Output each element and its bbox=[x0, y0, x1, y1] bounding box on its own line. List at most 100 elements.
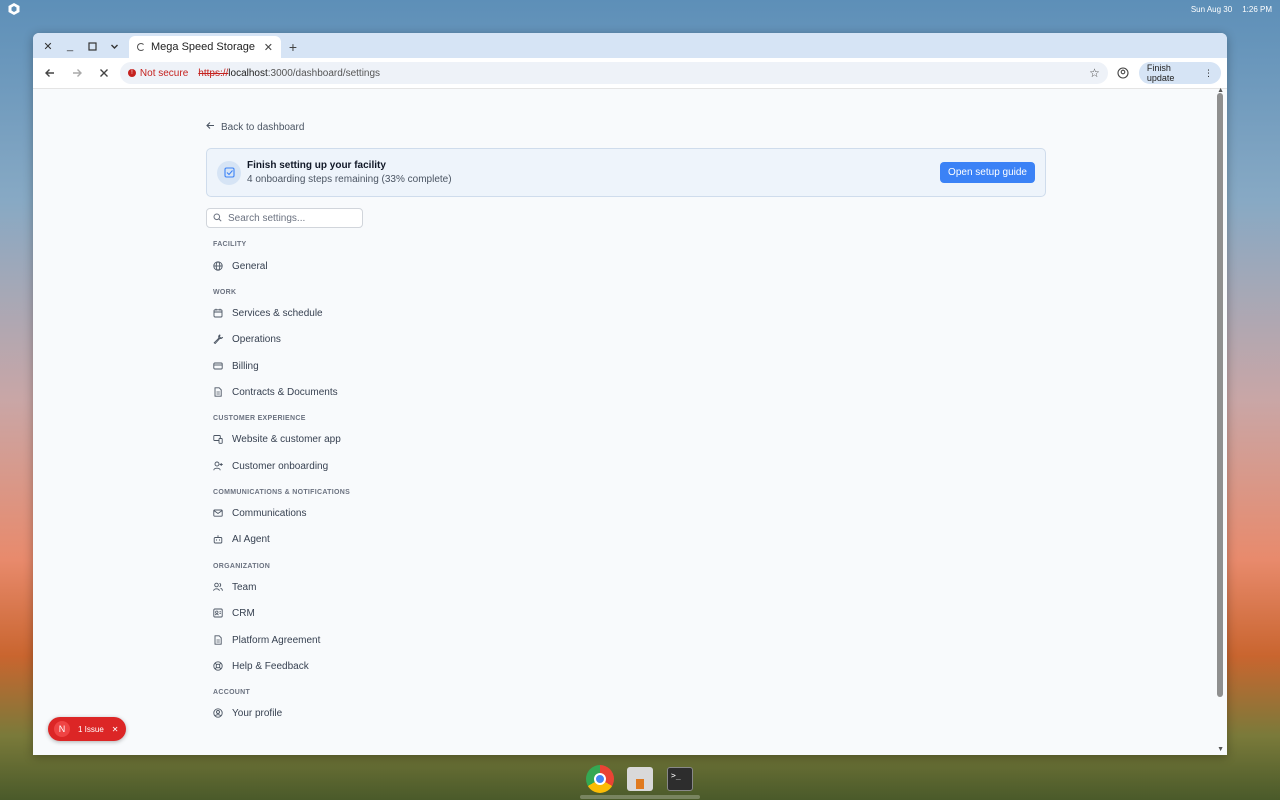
issues-label[interactable]: 1 Issue bbox=[78, 725, 104, 734]
browser-toolbar: ! Not secure https://localhost:3000/dash… bbox=[33, 58, 1227, 89]
nav-item-label: Contracts & Documents bbox=[232, 386, 338, 398]
nav-item-ai-agent[interactable]: AI Agent bbox=[213, 532, 270, 546]
terminal-app[interactable]: >_ bbox=[665, 764, 695, 794]
finish-update-label: Finish update bbox=[1146, 63, 1175, 83]
stop-loading-icon[interactable] bbox=[93, 61, 116, 85]
user-circle-icon bbox=[213, 708, 223, 718]
minimize-icon[interactable]: _ bbox=[59, 34, 81, 58]
file-manager-icon bbox=[627, 767, 653, 791]
settings-page: ▲ ▼ Back to dashboard Finish setting up … bbox=[33, 87, 1227, 755]
section-label-customer-experience: CUSTOMER EXPERIENCE bbox=[213, 415, 306, 422]
nav-item-label: Communications bbox=[232, 507, 307, 519]
setup-banner: Finish setting up your facility 4 onboar… bbox=[206, 148, 1046, 197]
page-scrollbar[interactable] bbox=[1217, 93, 1223, 697]
dev-issues-badge[interactable]: N 1 Issue ✕ bbox=[48, 717, 126, 741]
terminal-icon: >_ bbox=[667, 767, 693, 791]
nav-item-platform-agreement[interactable]: Platform Agreement bbox=[213, 633, 320, 647]
nav-item-crm[interactable]: CRM bbox=[213, 606, 255, 620]
security-label: Not secure bbox=[139, 67, 189, 79]
search-icon bbox=[213, 209, 222, 227]
tab-strip: ✕ _ Mega Speed Storage ✕ + bbox=[33, 33, 1227, 58]
banner-title: Finish setting up your facility bbox=[247, 160, 386, 171]
nav-item-label: Your profile bbox=[232, 707, 283, 719]
back-to-dashboard-link[interactable]: Back to dashboard bbox=[206, 121, 304, 133]
chrome-icon bbox=[586, 765, 614, 793]
users-icon bbox=[213, 582, 223, 592]
chrome-app[interactable] bbox=[585, 764, 615, 794]
new-tab-icon[interactable]: + bbox=[281, 36, 305, 58]
os-date: Sun Aug 30 bbox=[1190, 4, 1233, 14]
credit-card-icon bbox=[213, 361, 223, 371]
globe-icon bbox=[213, 261, 223, 271]
section-label-communications: COMMUNICATIONS & NOTIFICATIONS bbox=[213, 489, 351, 496]
tab-close-icon[interactable]: ✕ bbox=[264, 41, 273, 54]
nav-item-operations[interactable]: Operations bbox=[213, 332, 281, 346]
nav-item-label: Customer onboarding bbox=[232, 460, 329, 472]
section-label-account: ACCOUNT bbox=[213, 689, 251, 696]
warning-icon: ! bbox=[127, 69, 136, 77]
taskbar: >_ bbox=[580, 759, 700, 799]
nav-item-help-feedback[interactable]: Help & Feedback bbox=[213, 659, 309, 673]
nav-item-your-profile[interactable]: Your profile bbox=[213, 706, 282, 720]
user-plus-icon bbox=[213, 461, 223, 471]
nav-item-website-customer-app[interactable]: Website & customer app bbox=[213, 432, 341, 446]
nextjs-logo-icon: N bbox=[54, 721, 70, 737]
nav-item-label: Services & schedule bbox=[232, 307, 323, 319]
contact-card-icon bbox=[213, 608, 223, 618]
document-icon bbox=[213, 387, 223, 397]
url-text[interactable]: https://localhost:3000/dashboard/setting… bbox=[198, 68, 380, 79]
calendar-icon bbox=[213, 308, 223, 318]
close-icon[interactable]: ✕ bbox=[112, 725, 119, 734]
nav-item-label: Platform Agreement bbox=[232, 634, 321, 646]
nav-item-label: CRM bbox=[232, 607, 255, 619]
devices-icon bbox=[213, 434, 223, 444]
arrow-left-icon bbox=[206, 121, 215, 133]
os-top-bar: Sun Aug 30 1:26 PM bbox=[0, 0, 1280, 18]
document-icon bbox=[213, 635, 223, 645]
os-logo-icon[interactable] bbox=[8, 3, 20, 15]
nav-item-label: Website & customer app bbox=[232, 433, 341, 445]
url-host: localhost bbox=[228, 67, 268, 79]
open-setup-guide-button[interactable]: Open setup guide bbox=[940, 162, 1035, 183]
nav-item-team[interactable]: Team bbox=[213, 580, 256, 594]
nav-item-billing[interactable]: Billing bbox=[213, 359, 259, 373]
tab-title: Mega Speed Storage bbox=[151, 41, 255, 53]
nav-item-general[interactable]: General bbox=[213, 259, 268, 273]
taskbar-indicator bbox=[580, 795, 700, 799]
robot-icon bbox=[213, 534, 223, 544]
checkbox-icon bbox=[217, 160, 241, 185]
security-indicator[interactable]: ! Not secure bbox=[127, 67, 189, 79]
browser-tab[interactable]: Mega Speed Storage ✕ bbox=[129, 36, 281, 58]
profile-icon[interactable] bbox=[1112, 61, 1135, 85]
settings-search[interactable] bbox=[206, 208, 363, 228]
nav-item-services-schedule[interactable]: Services & schedule bbox=[213, 306, 323, 320]
scroll-down-arrow-icon[interactable]: ▼ bbox=[1217, 746, 1224, 753]
wrench-icon bbox=[213, 334, 223, 344]
finish-update-button[interactable]: Finish update ⋮ bbox=[1138, 62, 1221, 84]
nav-item-communications[interactable]: Communications bbox=[213, 506, 306, 520]
nav-item-contracts-documents[interactable]: Contracts & Documents bbox=[213, 385, 338, 399]
nav-item-label: Operations bbox=[232, 333, 281, 345]
section-label-work: WORK bbox=[213, 289, 237, 296]
os-clock[interactable]: Sun Aug 30 1:26 PM bbox=[1191, 5, 1272, 14]
files-app[interactable] bbox=[625, 764, 655, 794]
mail-icon bbox=[213, 508, 223, 518]
back-label: Back to dashboard bbox=[221, 121, 305, 133]
search-input[interactable] bbox=[228, 212, 348, 224]
url-path: :3000/dashboard/settings bbox=[267, 67, 381, 79]
tab-search-chevron-icon[interactable] bbox=[103, 34, 125, 58]
loading-spinner-icon bbox=[137, 43, 145, 51]
url-scheme: https:// bbox=[198, 67, 229, 79]
more-vertical-icon: ⋮ bbox=[1203, 67, 1213, 78]
forward-arrow-icon[interactable] bbox=[66, 61, 89, 85]
back-arrow-icon[interactable] bbox=[39, 61, 62, 85]
nav-item-label: Help & Feedback bbox=[232, 660, 309, 672]
close-window-icon[interactable]: ✕ bbox=[37, 34, 59, 58]
maximize-icon[interactable] bbox=[81, 34, 103, 58]
address-bar[interactable]: ! Not secure https://localhost:3000/dash… bbox=[119, 62, 1108, 84]
section-label-organization: ORGANIZATION bbox=[213, 563, 271, 570]
nav-item-customer-onboarding[interactable]: Customer onboarding bbox=[213, 459, 328, 473]
bookmark-star-icon[interactable]: ☆ bbox=[1089, 66, 1100, 80]
os-time: 1:26 PM bbox=[1242, 4, 1272, 14]
nav-item-label: General bbox=[232, 260, 268, 272]
